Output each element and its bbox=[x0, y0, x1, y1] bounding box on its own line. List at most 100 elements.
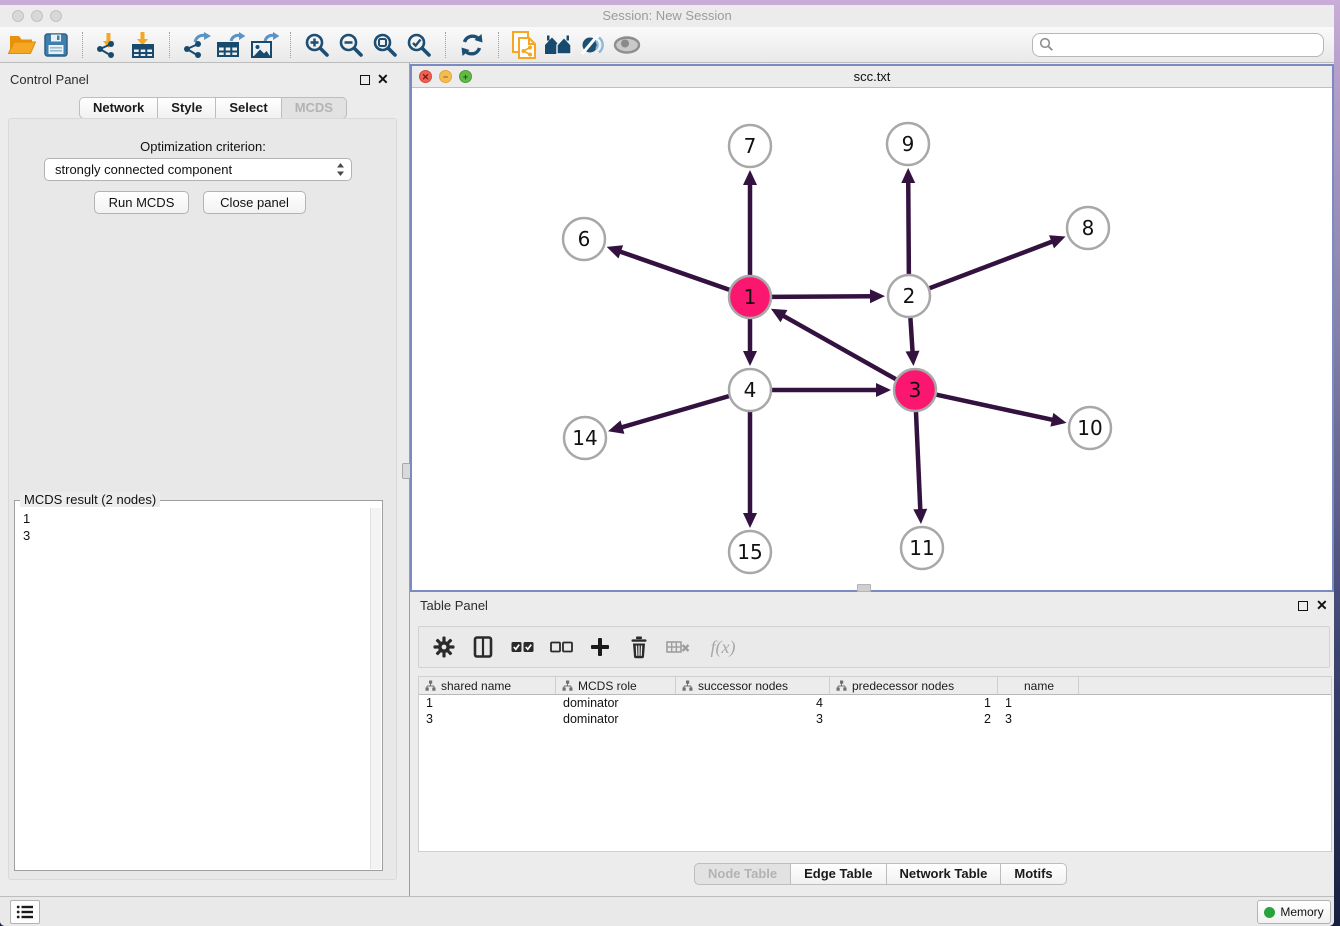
network-canvas[interactable]: 7968124314101511 bbox=[412, 88, 1332, 590]
unselect-all-columns-button[interactable] bbox=[546, 631, 576, 663]
criterion-dropdown-value: strongly connected component bbox=[55, 162, 336, 177]
network-graph[interactable]: 7968124314101511 bbox=[412, 88, 1332, 590]
trash-icon bbox=[629, 636, 649, 659]
zoom-fit-button[interactable] bbox=[368, 29, 402, 61]
birds-eye-view-button[interactable] bbox=[610, 29, 644, 61]
nested-networks-button[interactable] bbox=[542, 29, 576, 61]
toolbar-separator bbox=[82, 32, 83, 58]
column-label: MCDS role bbox=[578, 679, 637, 693]
export-network-icon bbox=[181, 31, 211, 59]
import-table-button[interactable] bbox=[126, 29, 160, 61]
graph-edge-1-6[interactable] bbox=[618, 251, 729, 290]
export-table-icon bbox=[215, 31, 245, 59]
zoom-out-button[interactable] bbox=[334, 29, 368, 61]
hide-graphics-details-button[interactable] bbox=[576, 29, 610, 61]
export-image-button[interactable] bbox=[247, 29, 281, 61]
column-header-successor-nodes[interactable]: successor nodes bbox=[676, 677, 830, 694]
graph-edge-1-2[interactable] bbox=[772, 296, 873, 297]
graph-edge-2-3[interactable] bbox=[910, 318, 912, 354]
network-window-titlebar: ✕ − + scc.txt bbox=[412, 66, 1332, 88]
graph-arrowhead-icon bbox=[743, 170, 757, 185]
criterion-dropdown[interactable]: strongly connected component bbox=[44, 158, 352, 181]
graph-node-label: 14 bbox=[572, 426, 597, 450]
cell-shared-name[interactable]: 3 bbox=[419, 712, 556, 726]
zoom-in-button[interactable] bbox=[300, 29, 334, 61]
graph-arrowhead-icon bbox=[608, 420, 624, 433]
mcds-result-scrollbar[interactable] bbox=[370, 508, 381, 869]
cell-mcds-role[interactable]: dominator bbox=[556, 696, 676, 710]
graph-edge-2-9[interactable] bbox=[908, 180, 909, 274]
table-tabs: Node Table Edge Table Network Table Moti… bbox=[694, 863, 1067, 885]
create-column-button[interactable] bbox=[585, 631, 615, 663]
graph-edge-3-1[interactable] bbox=[781, 315, 895, 380]
graph-node-label: 8 bbox=[1082, 216, 1095, 240]
graph-edge-4-14[interactable] bbox=[620, 396, 729, 428]
export-table-button[interactable] bbox=[213, 29, 247, 61]
table-panel-close-button[interactable]: ✕ bbox=[1316, 597, 1328, 613]
tab-network[interactable]: Network bbox=[79, 97, 158, 119]
status-bar: Memory bbox=[0, 896, 1334, 926]
table-toolbar: f(x) bbox=[418, 626, 1330, 668]
save-session-button[interactable] bbox=[39, 29, 73, 61]
tab-node-table[interactable]: Node Table bbox=[694, 863, 791, 885]
cell-name[interactable]: 3 bbox=[998, 712, 1079, 726]
graph-edge-3-10[interactable] bbox=[936, 395, 1054, 421]
export-network-button[interactable] bbox=[179, 29, 213, 61]
column-header-shared-name[interactable]: shared name bbox=[419, 677, 556, 694]
cell-successor-nodes[interactable]: 4 bbox=[676, 696, 830, 710]
mcds-result-text[interactable]: 1 3 bbox=[16, 508, 370, 869]
cell-mcds-role[interactable]: dominator bbox=[556, 712, 676, 726]
memory-button[interactable]: Memory bbox=[1257, 900, 1331, 924]
delete-row-button[interactable] bbox=[624, 631, 654, 663]
select-all-columns-button[interactable] bbox=[507, 631, 537, 663]
graph-edge-2-8[interactable] bbox=[930, 241, 1055, 288]
graph-node-label: 3 bbox=[909, 378, 922, 402]
zoom-selected-button[interactable] bbox=[402, 29, 436, 61]
cell-predecessor-nodes[interactable]: 2 bbox=[830, 712, 998, 726]
column-header-mcds-role[interactable]: MCDS role bbox=[556, 677, 676, 694]
plus-icon bbox=[590, 637, 610, 657]
column-label: predecessor nodes bbox=[852, 679, 954, 693]
tree-scope-icon bbox=[836, 680, 847, 691]
network-resize-grip[interactable] bbox=[857, 584, 871, 592]
column-header-predecessor-nodes[interactable]: predecessor nodes bbox=[830, 677, 998, 694]
column-header-name[interactable]: name bbox=[998, 677, 1079, 694]
function-builder-button[interactable]: f(x) bbox=[702, 631, 744, 663]
tab-style[interactable]: Style bbox=[158, 97, 216, 119]
tab-mcds[interactable]: MCDS bbox=[282, 97, 347, 119]
graph-arrowhead-icon bbox=[876, 383, 891, 397]
graph-arrowhead-icon bbox=[906, 351, 920, 366]
tab-edge-table[interactable]: Edge Table bbox=[791, 863, 886, 885]
unchecked-boxes-icon bbox=[550, 641, 573, 653]
table-row[interactable]: 3 dominator 3 2 3 bbox=[419, 711, 1331, 727]
graph-node-label: 2 bbox=[903, 284, 916, 308]
table-row[interactable]: 1 dominator 4 1 1 bbox=[419, 695, 1331, 711]
column-label: shared name bbox=[441, 679, 511, 693]
cell-predecessor-nodes[interactable]: 1 bbox=[830, 696, 998, 710]
window-title: Session: New Session bbox=[0, 8, 1334, 23]
tab-select[interactable]: Select bbox=[216, 97, 281, 119]
import-network-button[interactable] bbox=[92, 29, 126, 61]
cell-successor-nodes[interactable]: 3 bbox=[676, 712, 830, 726]
cell-name[interactable]: 1 bbox=[998, 696, 1079, 710]
refresh-layout-button[interactable] bbox=[455, 29, 489, 61]
run-mcds-button[interactable]: Run MCDS bbox=[94, 191, 189, 214]
graph-node-label: 6 bbox=[578, 227, 591, 251]
control-panel-close-button[interactable]: ✕ bbox=[377, 71, 389, 87]
clone-network-button[interactable] bbox=[508, 29, 542, 61]
close-panel-button[interactable]: Close panel bbox=[203, 191, 306, 214]
open-session-button[interactable] bbox=[5, 29, 39, 61]
memory-status-icon bbox=[1264, 907, 1275, 918]
search-input[interactable] bbox=[1054, 36, 1317, 54]
control-panel-float-button[interactable] bbox=[360, 75, 370, 85]
cell-shared-name[interactable]: 1 bbox=[419, 696, 556, 710]
tab-network-table[interactable]: Network Table bbox=[887, 863, 1002, 885]
table-options-button[interactable] bbox=[429, 631, 459, 663]
table-panel-float-button[interactable] bbox=[1298, 601, 1308, 611]
column-layout-button[interactable] bbox=[468, 631, 498, 663]
graph-edge-3-11[interactable] bbox=[916, 412, 920, 512]
tab-motifs[interactable]: Motifs bbox=[1001, 863, 1066, 885]
graph-arrowhead-icon bbox=[743, 351, 757, 366]
delete-column-button[interactable] bbox=[663, 631, 693, 663]
task-history-button[interactable] bbox=[10, 900, 40, 924]
